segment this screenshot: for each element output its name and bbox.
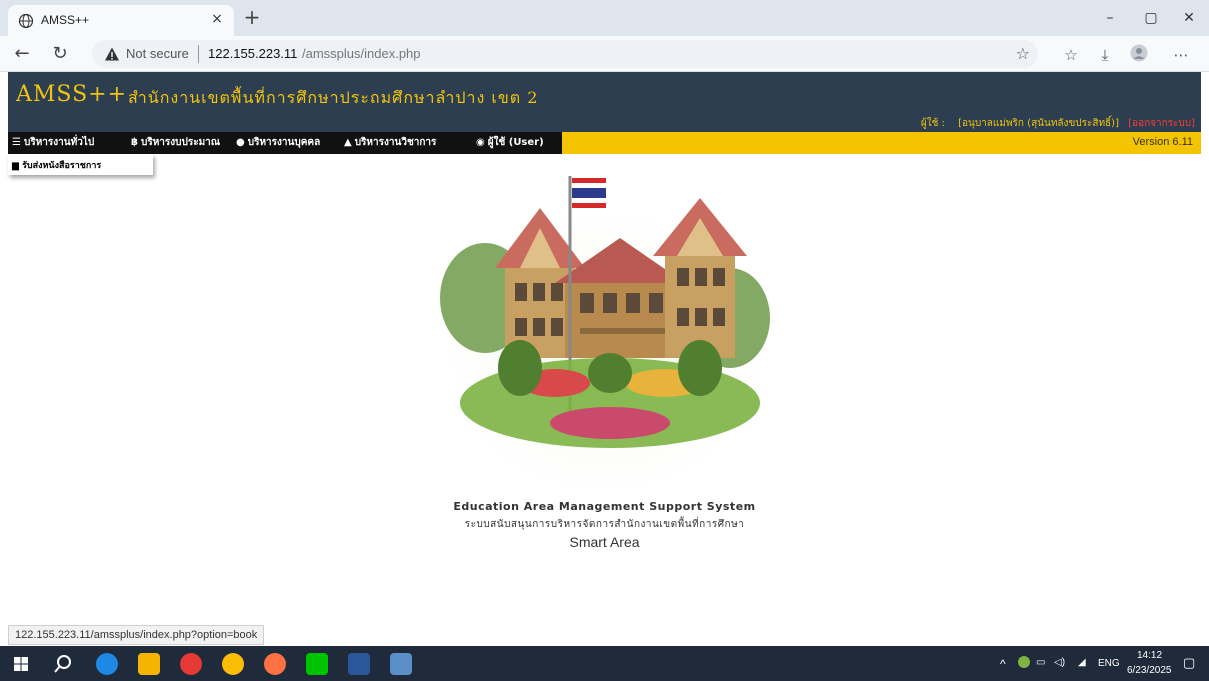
menu-dark-section: ☰ บริหารงานทั่วไป ฿บริหารงบประมาณ ● บริหาร… <box>8 132 562 154</box>
version-label: Version 6.11 <box>1132 136 1193 148</box>
user-name: [อนุบาลแม่พริก (สุนันทลังขประสิทธิ์)] <box>958 118 1119 129</box>
photos-icon[interactable] <box>390 653 412 675</box>
menu-academic-admin[interactable]: ▲ บริหารงานวิชาการ <box>344 135 436 150</box>
submenu-dropdown: ▆ รับส่งหนังสือราชการ <box>8 154 153 175</box>
browser-window: AMSS++ × + – ▢ ✕ ← ↻ Not secure 122.155.… <box>0 0 1209 681</box>
user-icon: ● <box>236 137 245 148</box>
refresh-icon[interactable]: ↻ <box>48 42 72 66</box>
tab-close-icon[interactable]: × <box>208 10 226 28</box>
download-icon[interactable]: ⤓ <box>1094 44 1116 66</box>
back-icon[interactable]: ← <box>10 42 34 66</box>
menu-personnel-admin[interactable]: ● บริหารงานบุคคล <box>236 135 320 150</box>
system-name-en: Education Area Management Support System <box>453 500 756 513</box>
profile-avatar-icon[interactable] <box>1128 44 1150 66</box>
url-path: /amssplus/index.php <box>302 46 421 61</box>
smart-area-label: Smart Area <box>569 534 640 550</box>
url-host: 122.155.223.11 <box>208 46 298 61</box>
logout-link[interactable]: [ออกจากระบบ] <box>1128 118 1195 129</box>
language-indicator[interactable]: ENG <box>1098 658 1120 669</box>
status-bar-url: 122.155.223.11/amssplus/index.php?option… <box>8 625 265 645</box>
warning-icon <box>105 47 119 61</box>
globe-icon <box>18 13 34 29</box>
main-menu: ☰ บริหารงานทั่วไป ฿บริหารงบประมาณ ● บริหาร… <box>8 132 1201 154</box>
not-secure-label: Not secure <box>126 46 189 61</box>
site-brand[interactable]: AMSS++ <box>16 82 127 107</box>
line-app-icon[interactable] <box>306 653 328 675</box>
word-icon[interactable] <box>348 653 370 675</box>
clock-time[interactable]: 14:12 <box>1137 650 1162 661</box>
favorite-star-icon[interactable]: ☆ <box>1016 44 1030 63</box>
tab-strip: AMSS++ × + – ▢ ✕ <box>0 0 1209 36</box>
thai-flag <box>572 178 606 208</box>
user-circle-icon: ◉ <box>476 137 485 148</box>
chrome-icon[interactable] <box>222 653 244 675</box>
menu-budget-admin[interactable]: ฿บริหารงบประมาณ <box>131 135 220 150</box>
windows-start-icon[interactable] <box>10 653 32 675</box>
graduation-icon: ▲ <box>344 137 352 148</box>
menu-general-admin[interactable]: ☰ บริหารงานทั่วไป <box>12 135 94 150</box>
edge-browser-icon[interactable] <box>96 653 118 675</box>
opera-icon[interactable] <box>180 653 202 675</box>
money-icon: ฿ <box>131 137 138 148</box>
taskbar: ^ ▭ ◁) ◢ ENG 14:12 6/23/2025 ▢ <box>0 646 1209 681</box>
browser-tab[interactable]: AMSS++ × <box>8 5 234 36</box>
wifi-icon[interactable]: ◢ <box>1078 657 1086 668</box>
clock-date[interactable]: 6/23/2025 <box>1127 665 1172 676</box>
app-icon[interactable] <box>264 653 286 675</box>
user-info: ผู้ใช้ : [อนุบาลแม่พริก (สุนันทลังขประสิ… <box>921 116 1195 131</box>
restore-button[interactable]: ▢ <box>1136 6 1166 30</box>
address-separator <box>198 45 199 63</box>
tray-chevron-icon[interactable]: ^ <box>1000 657 1006 671</box>
site-header: AMSS++ สำนักงานเขตพื้นที่การศึกษาประถมศึ… <box>8 72 1201 132</box>
tab-title: AMSS++ <box>41 13 90 27</box>
submenu-official-documents[interactable]: ▆ รับส่งหนังสือราชการ <box>12 158 101 172</box>
user-label: ผู้ใช้ : <box>920 118 945 129</box>
new-tab-button[interactable]: + <box>240 6 264 30</box>
address-bar[interactable]: Not secure 122.155.223.11 /amssplus/inde… <box>92 40 1038 68</box>
favorites-icon[interactable]: ☆ <box>1060 44 1082 66</box>
minimize-button[interactable]: – <box>1095 6 1125 30</box>
notifications-icon[interactable]: ▢ <box>1183 655 1195 671</box>
network-icon[interactable]: ▭ <box>1036 657 1045 668</box>
close-window-button[interactable]: ✕ <box>1174 6 1204 30</box>
menu-user[interactable]: ◉ ผู้ใช้ (User) <box>476 135 544 150</box>
system-name-th: ระบบสนับสนุนการบริหารจัดการสำนักงานเขตพื… <box>464 519 745 530</box>
office-building-illustration <box>440 176 770 488</box>
volume-icon[interactable]: ◁) <box>1054 657 1065 668</box>
list-icon: ☰ <box>12 137 21 148</box>
tray-app-icon[interactable] <box>1018 656 1030 668</box>
avatar <box>1130 44 1148 62</box>
more-menu-icon[interactable]: ⋯ <box>1170 44 1192 66</box>
book-icon: ▆ <box>12 161 23 171</box>
search-icon[interactable] <box>52 653 74 675</box>
org-name: สำนักงานเขตพื้นที่การศึกษาประถมศึกษาลำปา… <box>128 88 539 107</box>
file-explorer-icon[interactable] <box>138 653 160 675</box>
browser-toolbar: ← ↻ Not secure 122.155.223.11 /amssplus/… <box>0 36 1209 72</box>
web-page: AMSS++ สำนักงานเขตพื้นที่การศึกษาประถมศึ… <box>8 72 1201 646</box>
